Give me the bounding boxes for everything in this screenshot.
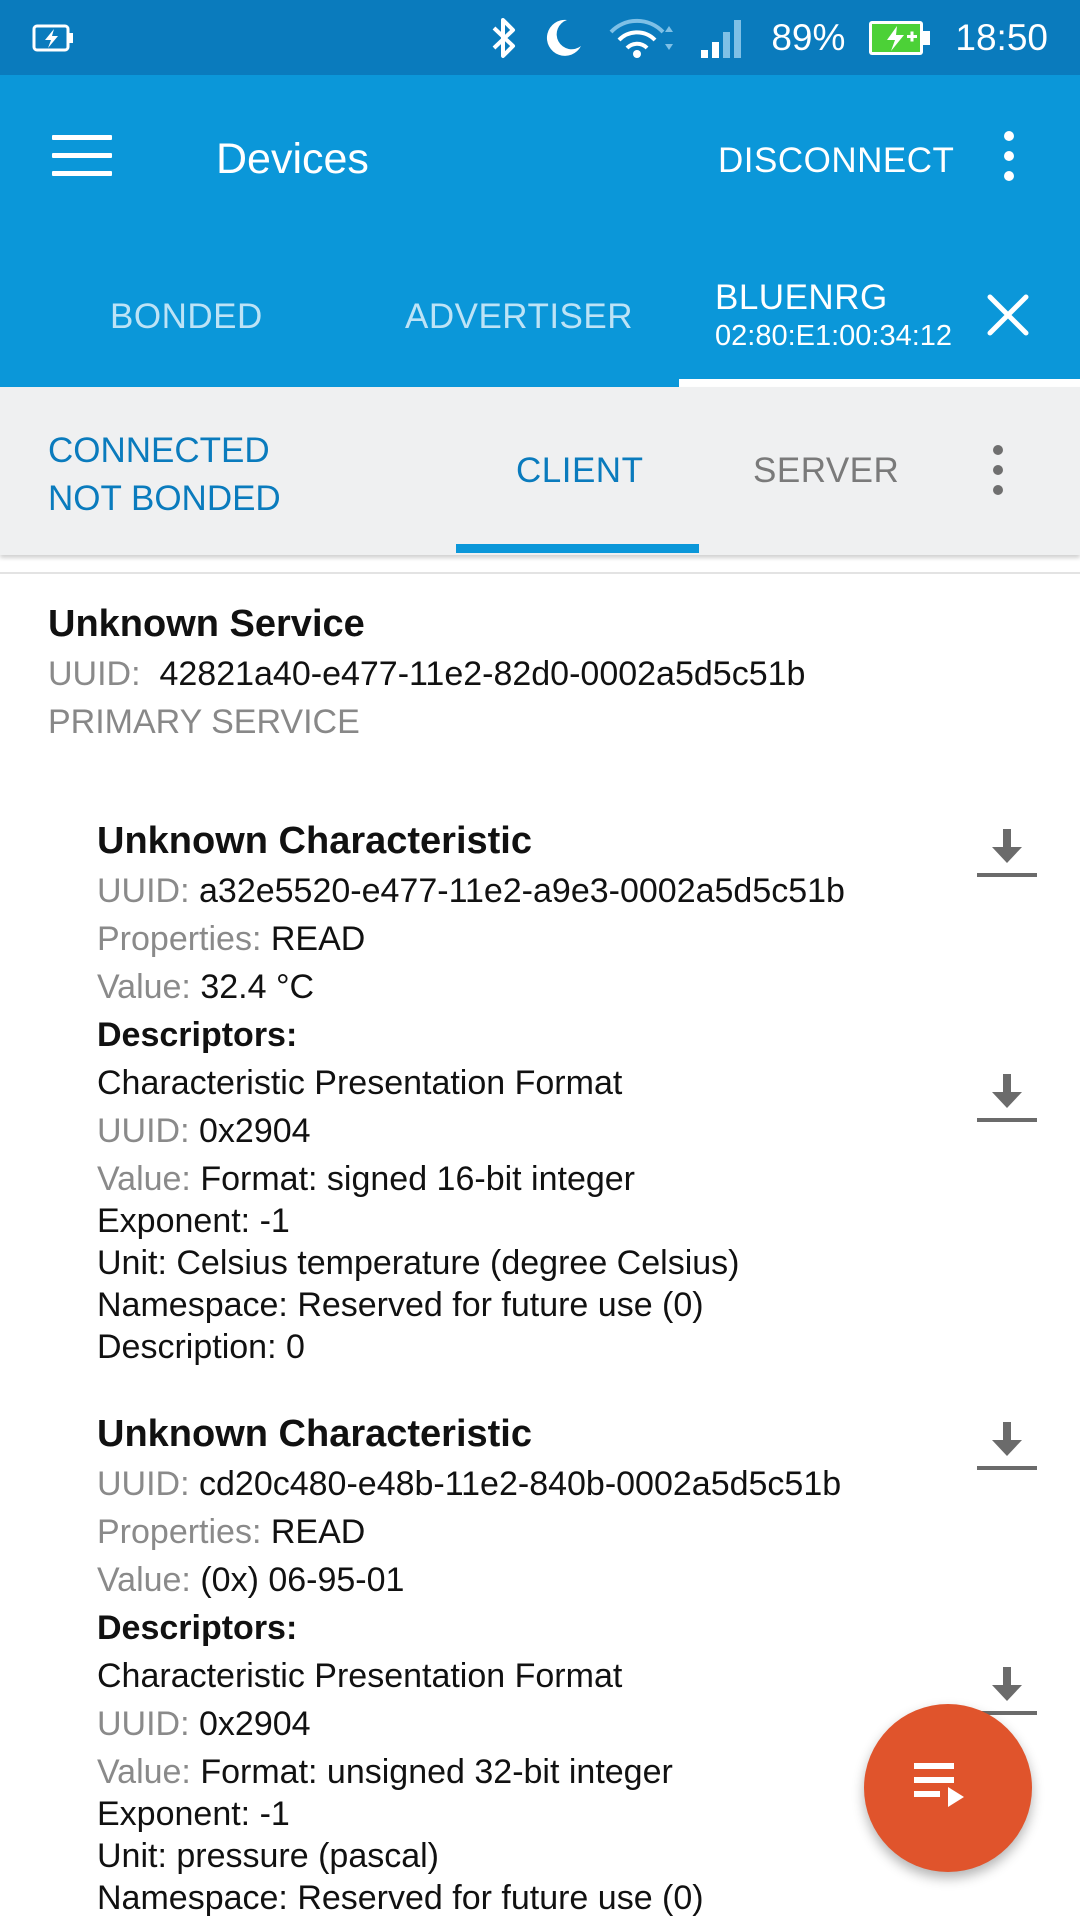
battery-icon bbox=[867, 18, 933, 58]
properties-label: Properties: bbox=[97, 1513, 262, 1551]
descriptor-namespace: Namespace: Reserved for future use (0) bbox=[97, 1286, 704, 1324]
connection-bar: CONNECTED NOT BONDED CLIENT SERVER bbox=[0, 387, 1080, 555]
descriptors-heading: Descriptors: bbox=[97, 1609, 298, 1647]
characteristic-uuid: UUID: a32e5520-e477-11e2-a9e3-0002a5d5c5… bbox=[97, 872, 845, 911]
wifi-icon bbox=[607, 16, 677, 60]
characteristic-properties: Properties: READ bbox=[97, 920, 365, 959]
log-fab-button[interactable] bbox=[864, 1704, 1032, 1872]
characteristic-uuid: UUID: cd20c480-e48b-11e2-840b-0002a5d5c5… bbox=[97, 1465, 841, 1504]
value-label: Value: bbox=[97, 1160, 191, 1198]
uuid-label: UUID: bbox=[97, 1112, 190, 1150]
device-name: BLUENRG bbox=[715, 278, 888, 317]
hamburger-menu-icon[interactable] bbox=[52, 135, 112, 176]
bond-state: NOT BONDED bbox=[48, 479, 281, 518]
descriptor-uuid: UUID: 0x2904 bbox=[97, 1705, 311, 1744]
service-uuid: UUID: 42821a40-e477-11e2-82d0-0002a5d5c5… bbox=[48, 655, 805, 694]
app-bar: Devices DISCONNECT BONDED ADVERTISER BLU… bbox=[0, 75, 1080, 387]
descriptor-name: Characteristic Presentation Format bbox=[97, 1657, 623, 1695]
bluetooth-icon bbox=[489, 16, 519, 60]
value-text: 32.4 °C bbox=[200, 968, 315, 1006]
close-icon[interactable] bbox=[986, 293, 1030, 337]
descriptor-description: Description: 0 bbox=[97, 1328, 305, 1366]
page-title: Devices bbox=[216, 135, 369, 183]
descriptors-heading: Descriptors: bbox=[97, 1016, 298, 1054]
download-icon[interactable] bbox=[977, 1665, 1037, 1719]
characteristic-properties: Properties: READ bbox=[97, 1513, 365, 1552]
battery-percent: 89% bbox=[771, 16, 846, 58]
divider bbox=[0, 572, 1080, 574]
connection-status: CONNECTED NOT BONDED bbox=[48, 427, 281, 523]
connection-state: CONNECTED bbox=[48, 431, 270, 470]
signal-icon bbox=[699, 16, 749, 60]
properties-value: READ bbox=[270, 1513, 366, 1551]
descriptor-format: Format: signed 16-bit integer bbox=[200, 1160, 636, 1198]
clock: 18:50 bbox=[955, 16, 1048, 58]
characteristic-value: Value: 32.4 °C bbox=[97, 968, 314, 1007]
download-icon[interactable] bbox=[977, 1072, 1037, 1126]
disconnect-button[interactable]: DISCONNECT bbox=[718, 141, 954, 181]
device-address: 02:80:E1:00:34:12 bbox=[715, 320, 953, 352]
descriptor-namespace: Namespace: Reserved for future use (0) bbox=[97, 1879, 704, 1917]
tab-advertiser[interactable]: ADVERTISER bbox=[405, 297, 633, 337]
descriptor-format: Format: unsigned 32-bit integer bbox=[200, 1753, 673, 1791]
descriptor-value: Value: Format: signed 16-bit integer bbox=[97, 1160, 635, 1199]
tab-server[interactable]: SERVER bbox=[753, 451, 899, 491]
tab-client[interactable]: CLIENT bbox=[516, 451, 643, 491]
uuid-value: cd20c480-e48b-11e2-840b-0002a5d5c51b bbox=[199, 1465, 842, 1503]
download-icon[interactable] bbox=[977, 827, 1037, 881]
value-label: Value: bbox=[97, 1753, 191, 1791]
battery-charging-icon bbox=[32, 20, 76, 56]
uuid-label: UUID: bbox=[97, 1465, 190, 1503]
uuid-value: a32e5520-e477-11e2-a9e3-0002a5d5c51b bbox=[199, 872, 845, 910]
descriptor-unit: Unit: pressure (pascal) bbox=[97, 1837, 440, 1875]
more-options-icon[interactable] bbox=[986, 445, 1010, 505]
tab-indicator bbox=[679, 379, 1080, 387]
uuid-label: UUID: bbox=[97, 1705, 190, 1743]
more-options-icon[interactable] bbox=[997, 131, 1021, 191]
value-text: (0x) 06-95-01 bbox=[200, 1561, 405, 1599]
moon-icon bbox=[541, 16, 585, 60]
tab-bonded[interactable]: BONDED bbox=[110, 297, 263, 337]
client-tab-indicator bbox=[456, 544, 699, 553]
characteristic-name: Unknown Characteristic bbox=[97, 1413, 532, 1455]
status-bar: 89% 18:50 bbox=[0, 0, 1080, 75]
tab-device-bluenrg[interactable]: BLUENRG 02:80:E1:00:34:12 bbox=[715, 278, 952, 353]
uuid-value: 0x2904 bbox=[199, 1705, 311, 1743]
descriptor-unit: Unit: Celsius temperature (degree Celsiu… bbox=[97, 1244, 740, 1282]
service-name: Unknown Service bbox=[48, 603, 365, 645]
descriptor-value: Value: Format: unsigned 32-bit integer bbox=[97, 1753, 673, 1792]
descriptor-name: Characteristic Presentation Format bbox=[97, 1064, 623, 1102]
properties-label: Properties: bbox=[97, 920, 262, 958]
descriptor-uuid: UUID: 0x2904 bbox=[97, 1112, 311, 1151]
properties-value: READ bbox=[270, 920, 366, 958]
service-type: PRIMARY SERVICE bbox=[48, 703, 360, 741]
value-label: Value: bbox=[97, 1561, 191, 1599]
download-icon[interactable] bbox=[977, 1420, 1037, 1474]
uuid-value: 0x2904 bbox=[199, 1112, 311, 1150]
uuid-label: UUID: bbox=[48, 655, 141, 693]
characteristic-value: Value: (0x) 06-95-01 bbox=[97, 1561, 404, 1600]
uuid-label: UUID: bbox=[97, 872, 190, 910]
value-label: Value: bbox=[97, 968, 191, 1006]
characteristic-name: Unknown Characteristic bbox=[97, 820, 532, 862]
descriptor-exponent: Exponent: -1 bbox=[97, 1795, 290, 1833]
descriptor-exponent: Exponent: -1 bbox=[97, 1202, 290, 1240]
playlist-play-icon bbox=[914, 1763, 964, 1807]
uuid-value: 42821a40-e477-11e2-82d0-0002a5d5c51b bbox=[159, 655, 806, 693]
